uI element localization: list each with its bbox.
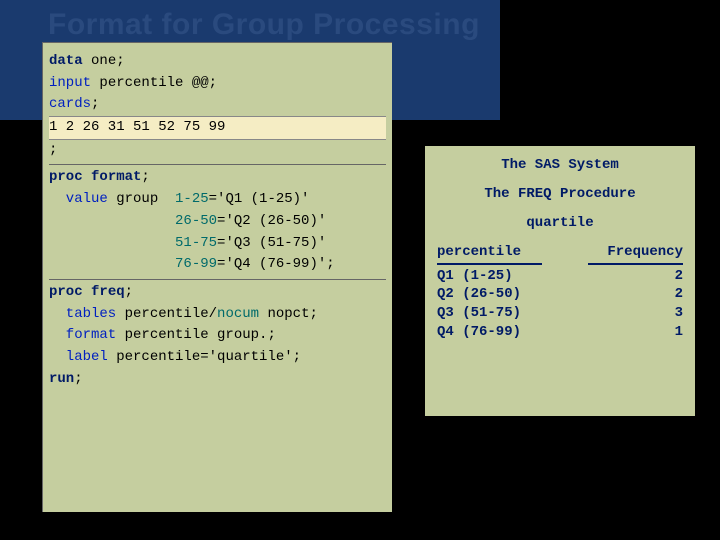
pad (49, 235, 175, 251)
keyword-proc: proc (49, 169, 83, 185)
keyword-label: label (49, 349, 108, 365)
code-text: ; (141, 169, 149, 185)
row-label: Q1 (1-25) (437, 267, 513, 286)
rule-segment (437, 263, 542, 265)
code-text: ; (293, 349, 301, 365)
code-line: proc format; (49, 167, 386, 189)
code-text: ='Q1 (1-25)' (209, 191, 310, 207)
code-line: run; (49, 369, 386, 391)
code-line: 51-75='Q3 (51-75)' (49, 233, 386, 255)
string-literal: 'quartile' (209, 349, 293, 365)
code-text: one; (83, 53, 125, 69)
code-text: 1 2 26 31 51 52 75 99 (49, 119, 225, 135)
code-line: data one; (49, 51, 386, 73)
code-text: ='Q2 (26-50)' (217, 213, 326, 229)
separator (49, 279, 386, 280)
code-line: label percentile='quartile'; (49, 347, 386, 369)
code-line: value group 1-25='Q1 (1-25)' (49, 189, 386, 211)
keyword-input: input (49, 75, 91, 91)
output-proc-title: The FREQ Procedure (437, 185, 683, 204)
output-row: Q2 (26-50) 2 (437, 285, 683, 304)
keyword-run: run (49, 371, 74, 387)
code-line: cards; (49, 94, 386, 116)
keyword-freq: freq (83, 284, 125, 300)
pad (49, 213, 175, 229)
row-freq: 2 (675, 267, 683, 286)
code-text: ='Q3 (51-75)' (217, 235, 326, 251)
code-panel: data one; input percentile @@; cards; 1 … (42, 42, 392, 512)
separator (49, 164, 386, 165)
rule-segment (588, 263, 683, 265)
row-label: Q3 (51-75) (437, 304, 521, 323)
output-panel: The SAS System The FREQ Procedure quarti… (425, 146, 695, 416)
range: 51-75 (175, 235, 217, 251)
code-text: ; (125, 284, 133, 300)
keyword-tables: tables (49, 306, 116, 322)
row-freq: 2 (675, 285, 683, 304)
keyword-proc: proc (49, 284, 83, 300)
code-line: tables percentile/nocum nopct; (49, 304, 386, 326)
output-var-label: quartile (437, 214, 683, 233)
option-nocum: nocum (217, 306, 259, 322)
code-text: ='Q4 (76-99)'; (217, 256, 335, 272)
code-data-values: 1 2 26 31 51 52 75 99 (49, 116, 386, 140)
code-text: nopct; (259, 306, 318, 322)
keyword-cards: cards (49, 96, 91, 112)
col-percentile: percentile (437, 243, 521, 262)
slide-title: Format for Group Processing (48, 8, 480, 42)
row-freq: 3 (675, 304, 683, 323)
code-line: 26-50='Q2 (26-50)' (49, 211, 386, 233)
output-row: Q1 (1-25) 2 (437, 267, 683, 286)
code-line: proc freq; (49, 282, 386, 304)
row-label: Q4 (76-99) (437, 323, 521, 342)
range: 1-25 (175, 191, 209, 207)
output-rule (437, 263, 683, 265)
keyword-data: data (49, 53, 83, 69)
keyword-format: format (49, 327, 116, 343)
code-text: ; (91, 96, 99, 112)
row-label: Q2 (26-50) (437, 285, 521, 304)
code-line: 76-99='Q4 (76-99)'; (49, 254, 386, 276)
code-line: input percentile @@; (49, 73, 386, 95)
output-row: Q3 (51-75) 3 (437, 304, 683, 323)
code-line: ; (49, 140, 386, 162)
code-text: percentile= (108, 349, 209, 365)
code-text: percentile @@; (91, 75, 217, 91)
output-system-title: The SAS System (437, 156, 683, 175)
code-text: percentile group.; (116, 327, 276, 343)
keyword-format: format (83, 169, 142, 185)
code-text: ; (49, 142, 57, 158)
output-table-header: percentile Frequency (437, 243, 683, 262)
code-text: ; (74, 371, 82, 387)
code-text: percentile/ (116, 306, 217, 322)
keyword-value: value (49, 191, 108, 207)
output-row: Q4 (76-99) 1 (437, 323, 683, 342)
row-freq: 1 (675, 323, 683, 342)
range: 76-99 (175, 256, 217, 272)
code-line: format percentile group.; (49, 325, 386, 347)
col-frequency: Frequency (607, 243, 683, 262)
pad (49, 256, 175, 272)
range: 26-50 (175, 213, 217, 229)
code-text: group (108, 191, 175, 207)
